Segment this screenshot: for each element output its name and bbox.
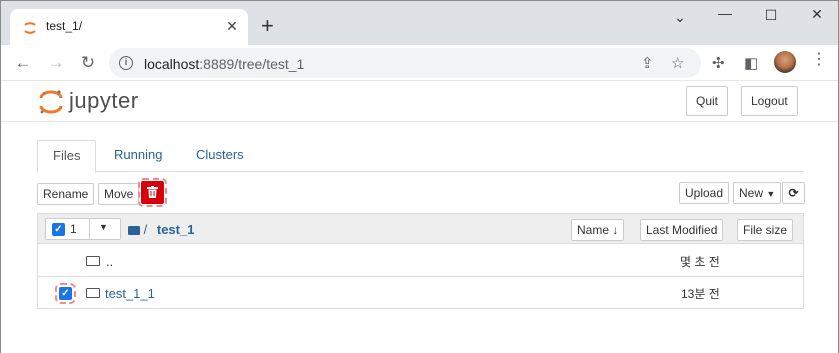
caret-down-icon: ▼ [766,189,776,199]
tab-running[interactable]: Running [99,140,177,172]
table-row[interactable]: ✓ test_1_1 13분 전 [38,277,803,309]
site-info-icon[interactable]: i [119,56,133,70]
nav-tabs: Files Running Clusters [37,140,804,173]
back-arrow-icon[interactable]: ← [13,53,33,73]
close-window-icon[interactable]: ✕ [802,6,832,24]
minimize-icon[interactable]: — [710,5,740,23]
file-name[interactable]: test_1_1 [105,286,155,301]
file-list: ✓ 1 ▼ / test_1 Name ↓ Last Modified File… [37,213,804,309]
jupyter-logo[interactable]: jupyter [39,86,169,116]
side-panel-icon[interactable]: ◧ [744,54,758,72]
jupyter-favicon-icon [24,22,36,34]
jupyter-header: jupyter Quit Logout [1,82,838,122]
delete-button[interactable] [138,178,167,207]
browser-menu-icon[interactable]: ⋮ [811,52,827,68]
file-list-header: ✓ 1 ▼ / test_1 Name ↓ Last Modified File… [38,214,803,244]
logo-text: jupyter [69,88,139,113]
reload-icon[interactable]: ↻ [78,53,98,73]
table-row[interactable]: .. 몇 초 전 [38,245,803,277]
logout-button[interactable]: Logout [741,86,798,116]
new-tab-button[interactable]: + [261,15,274,37]
browser-tab[interactable]: test_1/ ✕ [10,9,248,45]
last-modified: 13분 전 [681,287,720,301]
new-dropdown-button[interactable]: New ▼ [733,182,782,204]
tab-clusters[interactable]: Clusters [181,140,259,172]
forward-arrow-icon[interactable]: → [46,53,66,73]
quit-button[interactable]: Quit [686,86,729,116]
browser-window: test_1/ ✕ + ⌄ — ☐ ✕ ← → ↻ i localhost:88… [0,0,839,353]
selected-count: 1 [70,222,77,236]
row-checkbox[interactable]: ✓ [55,283,76,304]
trash-icon [147,186,158,198]
jupyter-logo-icon [39,90,63,114]
upload-button[interactable]: Upload [679,182,730,204]
select-all-group[interactable]: ✓ 1 ▼ [45,218,121,240]
tab-title: test_1/ [46,19,83,33]
browser-toolbar: ← → ↻ i localhost:8889/tree/test_1 ⇪ ☆ ✣… [1,45,838,81]
breadcrumb: / test_1 [128,222,194,237]
move-button[interactable]: Move [98,183,140,205]
arrow-down-icon: ↓ [612,223,619,237]
divider [89,219,90,239]
tab-search-chevron-icon[interactable]: ⌄ [665,9,695,27]
address-bar[interactable]: i localhost:8889/tree/test_1 ⇪ ☆ [109,48,701,78]
folder-icon [86,256,100,266]
folder-icon [86,288,100,298]
profile-avatar[interactable] [774,51,796,73]
jupyter-page: jupyter Quit Logout Files Running Cluste… [1,82,838,353]
select-caret-down-icon[interactable]: ▼ [99,222,108,232]
refresh-icon: ⟳ [788,186,799,200]
breadcrumb-separator: / [143,222,148,237]
tab-strip: test_1/ ✕ + ⌄ — ☐ ✕ [1,1,838,45]
tab-files[interactable]: Files [37,140,97,173]
extensions-puzzle-icon[interactable]: ✣ [712,54,725,72]
folder-home-icon[interactable] [128,226,140,235]
bookmark-star-icon[interactable]: ☆ [671,54,684,72]
maximize-icon[interactable]: ☐ [756,7,786,25]
sort-file-size-button[interactable]: File size [737,219,794,241]
sort-last-modified-button[interactable]: Last Modified [640,219,724,241]
share-icon[interactable]: ⇪ [641,54,654,72]
breadcrumb-folder[interactable]: test_1 [157,222,195,237]
rename-button[interactable]: Rename [37,183,95,205]
close-tab-icon[interactable]: ✕ [224,18,240,34]
sort-name-button[interactable]: Name ↓ [571,219,625,241]
last-modified: 몇 초 전 [680,255,720,269]
select-all-checkbox[interactable]: ✓ [52,223,65,236]
url-text[interactable]: localhost:8889/tree/test_1 [144,56,304,72]
file-name[interactable]: .. [106,254,113,269]
refresh-button[interactable]: ⟳ [782,182,805,204]
